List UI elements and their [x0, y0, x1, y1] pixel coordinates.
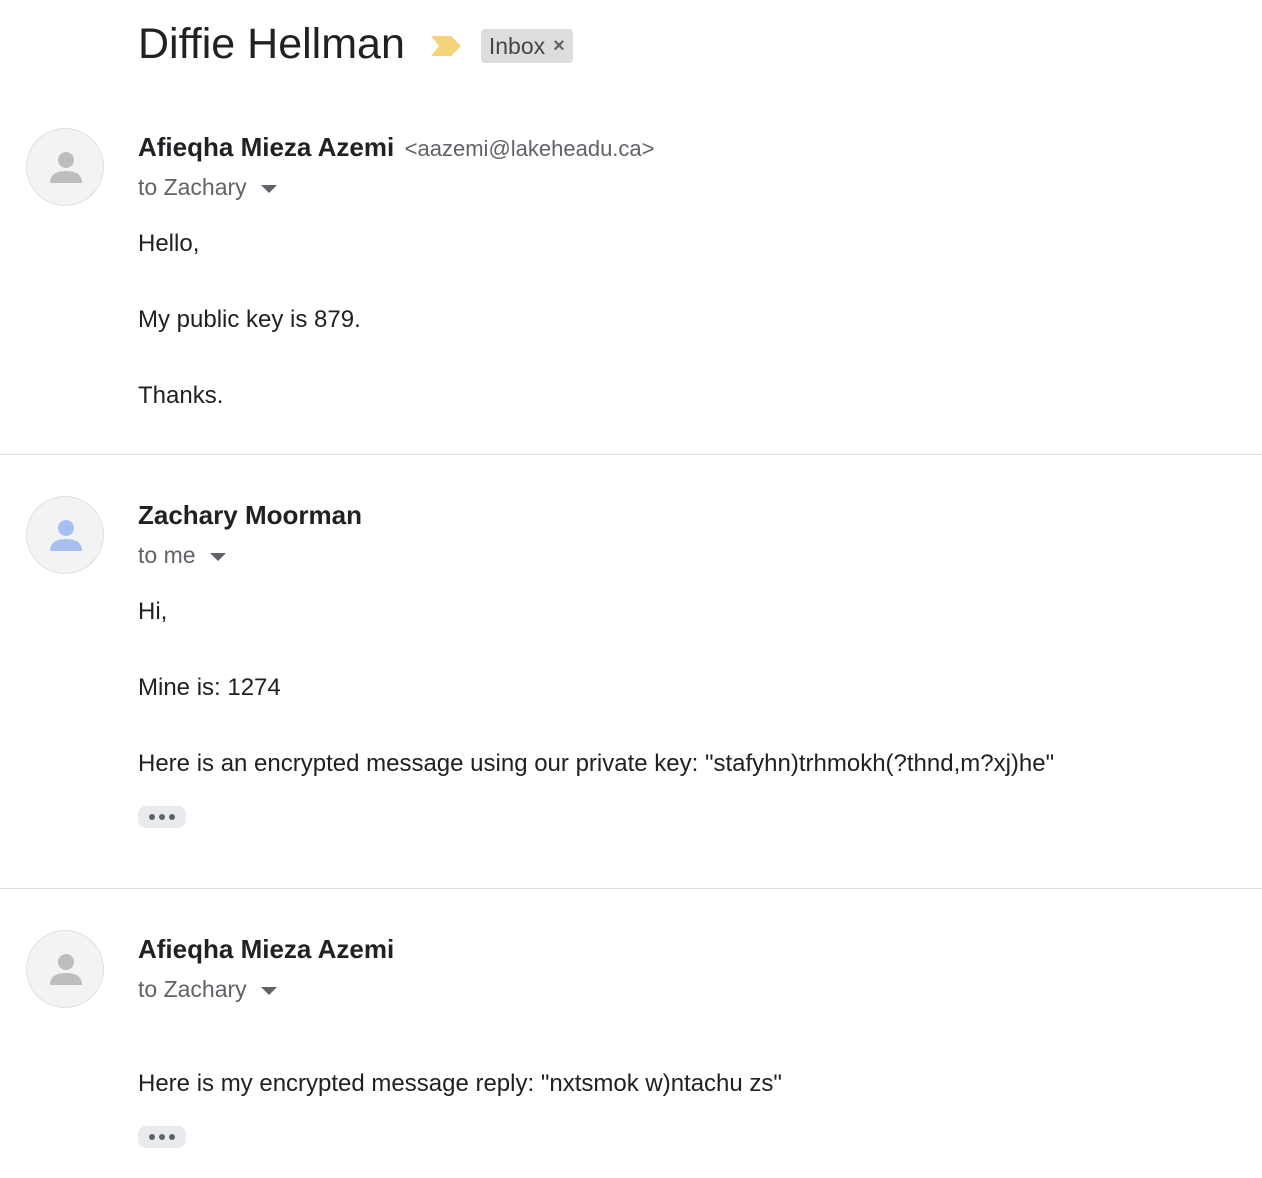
thread-header: Diffie Hellman Inbox × [138, 14, 573, 74]
show-trimmed-content-button[interactable] [138, 806, 186, 828]
sender-line: Afieqha Mieza Azemi <aazemi@lakeheadu.ca… [138, 132, 655, 163]
importance-marker-icon[interactable] [429, 34, 463, 58]
label-chip-text: Inbox [488, 32, 546, 59]
show-trimmed-content-button[interactable] [138, 1126, 186, 1148]
more-horiz-icon [149, 814, 155, 820]
message-body-line: My public key is 879. [138, 306, 361, 333]
message-body-line: Hi, [138, 598, 168, 625]
avatar[interactable] [26, 496, 104, 574]
recipient-label: to me [138, 542, 196, 568]
chevron-down-icon[interactable] [260, 184, 277, 193]
recipient-details-toggle[interactable]: to me [138, 542, 226, 569]
remove-label-icon[interactable]: × [553, 36, 565, 56]
person-icon [50, 954, 82, 985]
sender-line: Afieqha Mieza Azemi [138, 934, 394, 965]
recipient-label: to Zachary [138, 174, 247, 200]
sender-name: Afieqha Mieza Azemi [138, 934, 395, 964]
person-icon [50, 520, 82, 551]
message-body-line: Thanks. [138, 382, 224, 409]
chevron-down-icon[interactable] [260, 986, 277, 995]
message-divider [0, 454, 1262, 455]
person-icon [50, 152, 82, 183]
sender-line: Zachary Moorman [138, 500, 362, 531]
recipient-label: to Zachary [138, 976, 247, 1002]
sender-name: Zachary Moorman [138, 500, 362, 530]
message-body-line: Hello, [138, 230, 200, 257]
label-chip-inbox: Inbox × [480, 29, 573, 63]
more-horiz-icon [149, 1134, 155, 1140]
sender-name: Afieqha Mieza Azemi [138, 132, 395, 162]
recipient-details-toggle[interactable]: to Zachary [138, 174, 277, 201]
chevron-down-icon[interactable] [209, 552, 226, 561]
sender-email: <aazemi@lakeheadu.ca> [404, 136, 655, 161]
avatar[interactable] [26, 930, 104, 1008]
avatar[interactable] [26, 128, 104, 206]
message-divider [0, 888, 1262, 889]
message-body-line: Here is an encrypted message using our p… [138, 750, 1055, 777]
message-body-line: Here is my encrypted message reply: "nxt… [138, 1070, 782, 1097]
thread-subject: Diffie Hellman [138, 19, 405, 68]
message-body-line: Mine is: 1274 [138, 674, 281, 701]
recipient-details-toggle[interactable]: to Zachary [138, 976, 277, 1003]
